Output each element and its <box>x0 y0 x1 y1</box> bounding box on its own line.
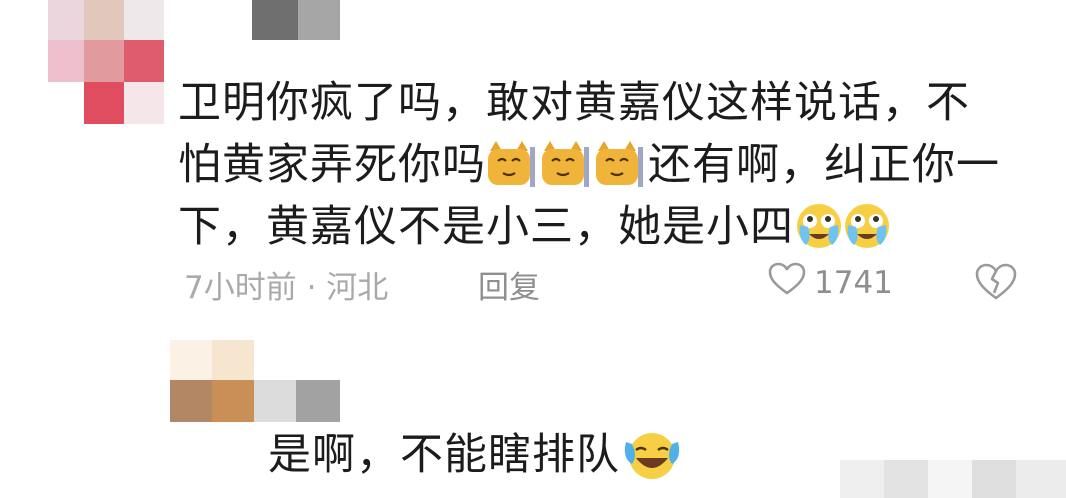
avatar-mosaic-tile <box>124 82 164 124</box>
avatar-mosaic-tile <box>84 0 124 40</box>
comment-avatar[interactable] <box>48 0 172 124</box>
reply-avatar[interactable] <box>170 340 340 422</box>
laughing-tears-emoji-icon <box>622 428 682 480</box>
crying-emoji-icon <box>844 203 890 249</box>
avatar-mosaic-tile <box>124 40 164 82</box>
avatar-mosaic-tile <box>48 40 84 82</box>
like-button[interactable]: 1741 <box>768 262 893 304</box>
avatar-mosaic-tile <box>170 380 212 422</box>
comment-line: 卫明你疯了吗，敢对黄嘉仪这样说话，不 <box>178 78 970 128</box>
heart-outline-icon <box>768 262 806 304</box>
comment-line-text: 怕黄家弄死你吗 <box>178 140 486 190</box>
blurred-element <box>840 460 1066 498</box>
avatar-mosaic-tile <box>124 0 164 40</box>
blur-mosaic-tile <box>1016 460 1066 498</box>
crying-emoji-icon <box>796 203 842 249</box>
username-mosaic-tile <box>298 0 340 40</box>
like-count: 1741 <box>814 265 893 301</box>
cat-emoji-icon <box>540 140 590 187</box>
comment-line: 下，黄嘉仪不是小三，她是小四 <box>178 196 1038 258</box>
dislike-button[interactable] <box>974 263 1018 305</box>
broken-heart-icon <box>974 263 1018 305</box>
cat-emoji-icon <box>594 140 644 187</box>
blur-mosaic-tile <box>840 460 884 498</box>
comment-body: 卫明你疯了吗，敢对黄嘉仪这样说话，不 怕黄家弄死你吗 还有啊，纠正你一 下，黄嘉仪… <box>178 72 1038 258</box>
reply-text: 是啊，不能瞎排队 <box>268 430 620 480</box>
username-mosaic-tile <box>254 380 296 422</box>
reply-button[interactable]: 回复 <box>478 262 540 307</box>
comment-line-text: 还有啊，纠正你一 <box>648 140 1000 190</box>
comment-line: 怕黄家弄死你吗 还有啊，纠正你一 <box>178 134 1038 196</box>
blur-mosaic-tile <box>972 460 1016 498</box>
avatar-mosaic-tile <box>212 340 254 380</box>
avatar-mosaic-tile <box>84 40 124 82</box>
blur-mosaic-tile <box>884 460 928 498</box>
username-mosaic-tile <box>252 0 298 40</box>
comment-line-text: 下，黄嘉仪不是小三，她是小四 <box>178 202 794 252</box>
comment-username[interactable] <box>252 0 340 40</box>
username-mosaic-tile <box>296 380 340 422</box>
comment-meta: 7小时前 · 河北 <box>184 270 389 306</box>
blur-mosaic-tile <box>928 460 972 498</box>
avatar-mosaic-tile <box>48 0 84 40</box>
reply-body: 是啊，不能瞎排队 <box>268 424 682 486</box>
avatar-mosaic-tile <box>84 82 124 124</box>
avatar-mosaic-tile <box>212 380 254 422</box>
cat-emoji-icon <box>486 140 536 187</box>
avatar-mosaic-tile <box>170 340 212 380</box>
